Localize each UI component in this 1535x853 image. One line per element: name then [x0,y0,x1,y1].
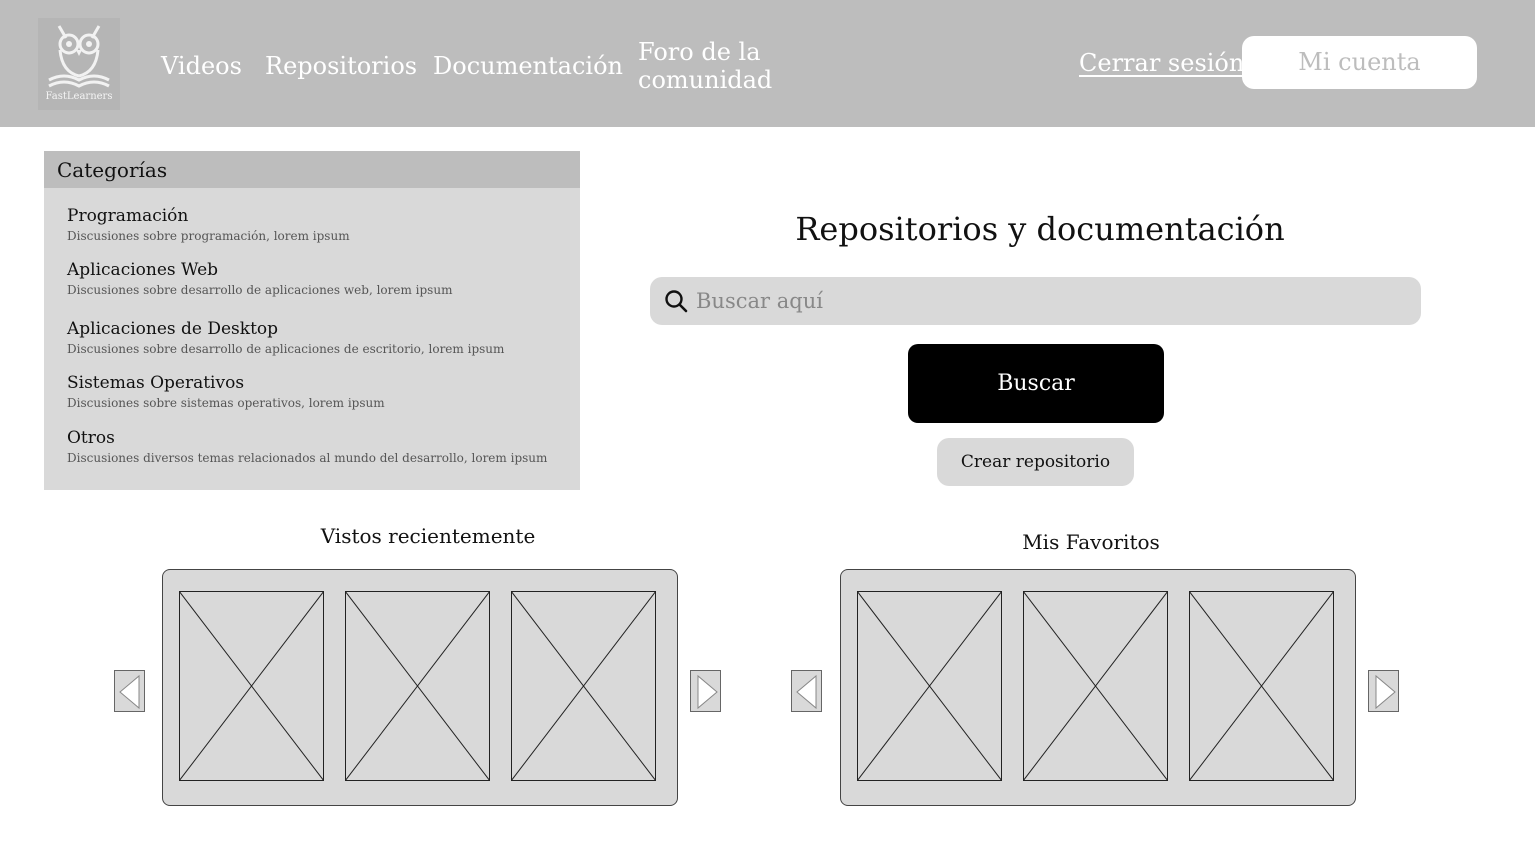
recent-carousel [162,569,678,806]
recent-item[interactable] [179,591,324,781]
account-button[interactable]: Mi cuenta [1242,36,1477,89]
categories-title: Categorías [57,158,168,182]
recent-prev-button[interactable] [114,670,145,712]
recent-item[interactable] [345,591,490,781]
category-desc: Discusiones diversos temas relacionados … [67,451,548,465]
top-navbar: FastLearners Videos Repositorios Documen… [0,0,1535,127]
nav-documentacion[interactable]: Documentación [433,52,623,80]
category-name: Aplicaciones de Desktop [67,319,279,339]
category-item-so[interactable]: Sistemas Operativos Discusiones sobre si… [67,372,385,411]
arrow-right-icon [1375,674,1396,710]
image-placeholder-icon [179,591,324,781]
category-item-desktop[interactable]: Aplicaciones de Desktop Discusiones sobr… [67,318,504,357]
categories-panel: Categorías Programación Discusiones sobr… [44,151,580,490]
nav-repositorios[interactable]: Repositorios [265,52,417,80]
category-desc: Discusiones sobre sistemas operativos, l… [67,396,385,410]
category-name: Otros [67,428,115,448]
favorites-next-button[interactable] [1368,670,1399,712]
category-desc: Discusiones sobre desarrollo de aplicaci… [67,283,453,297]
page-title: Repositorios y documentación [795,210,1285,248]
category-name: Sistemas Operativos [67,373,245,393]
favorites-carousel [840,569,1356,806]
search-bar [650,277,1421,325]
favorites-prev-button[interactable] [791,670,822,712]
category-name: Aplicaciones Web [67,260,219,280]
nav-videos[interactable]: Videos [161,52,242,80]
category-item-programacion[interactable]: Programación Discusiones sobre programac… [67,205,350,244]
owl-logo-icon [48,25,110,88]
search-icon [665,290,688,313]
recent-next-button[interactable] [690,670,721,712]
favorite-item[interactable] [1023,591,1168,781]
category-name: Programación [67,206,189,226]
logout-link[interactable]: Cerrar sesión [1079,49,1244,77]
image-placeholder-icon [345,591,490,781]
search-button[interactable]: Buscar [908,344,1164,423]
image-placeholder-icon [511,591,656,781]
arrow-left-icon [796,674,817,710]
category-desc: Discusiones sobre desarrollo de aplicaci… [67,342,505,356]
favorites-title: Mis Favoritos [1022,530,1160,554]
image-placeholder-icon [1189,591,1334,781]
favorite-item[interactable] [1189,591,1334,781]
category-item-web[interactable]: Aplicaciones Web Discusiones sobre desar… [67,259,452,298]
logo[interactable]: FastLearners [38,18,120,110]
arrow-right-icon [697,674,718,710]
categories-header: Categorías [44,151,580,188]
logo-text: FastLearners [45,91,113,102]
search-input[interactable] [696,277,1396,325]
image-placeholder-icon [1023,591,1168,781]
create-repository-button[interactable]: Crear repositorio [937,438,1134,486]
category-desc: Discusiones sobre programación, lorem ip… [67,229,350,243]
image-placeholder-icon [857,591,1002,781]
recent-title: Vistos recientemente [320,524,536,548]
arrow-left-icon [119,674,140,710]
category-item-otros[interactable]: Otros Discusiones diversos temas relacio… [67,427,547,466]
nav-foro-comunidad[interactable]: Foro de la comunidad [638,38,798,94]
recent-item[interactable] [511,591,656,781]
favorite-item[interactable] [857,591,1002,781]
